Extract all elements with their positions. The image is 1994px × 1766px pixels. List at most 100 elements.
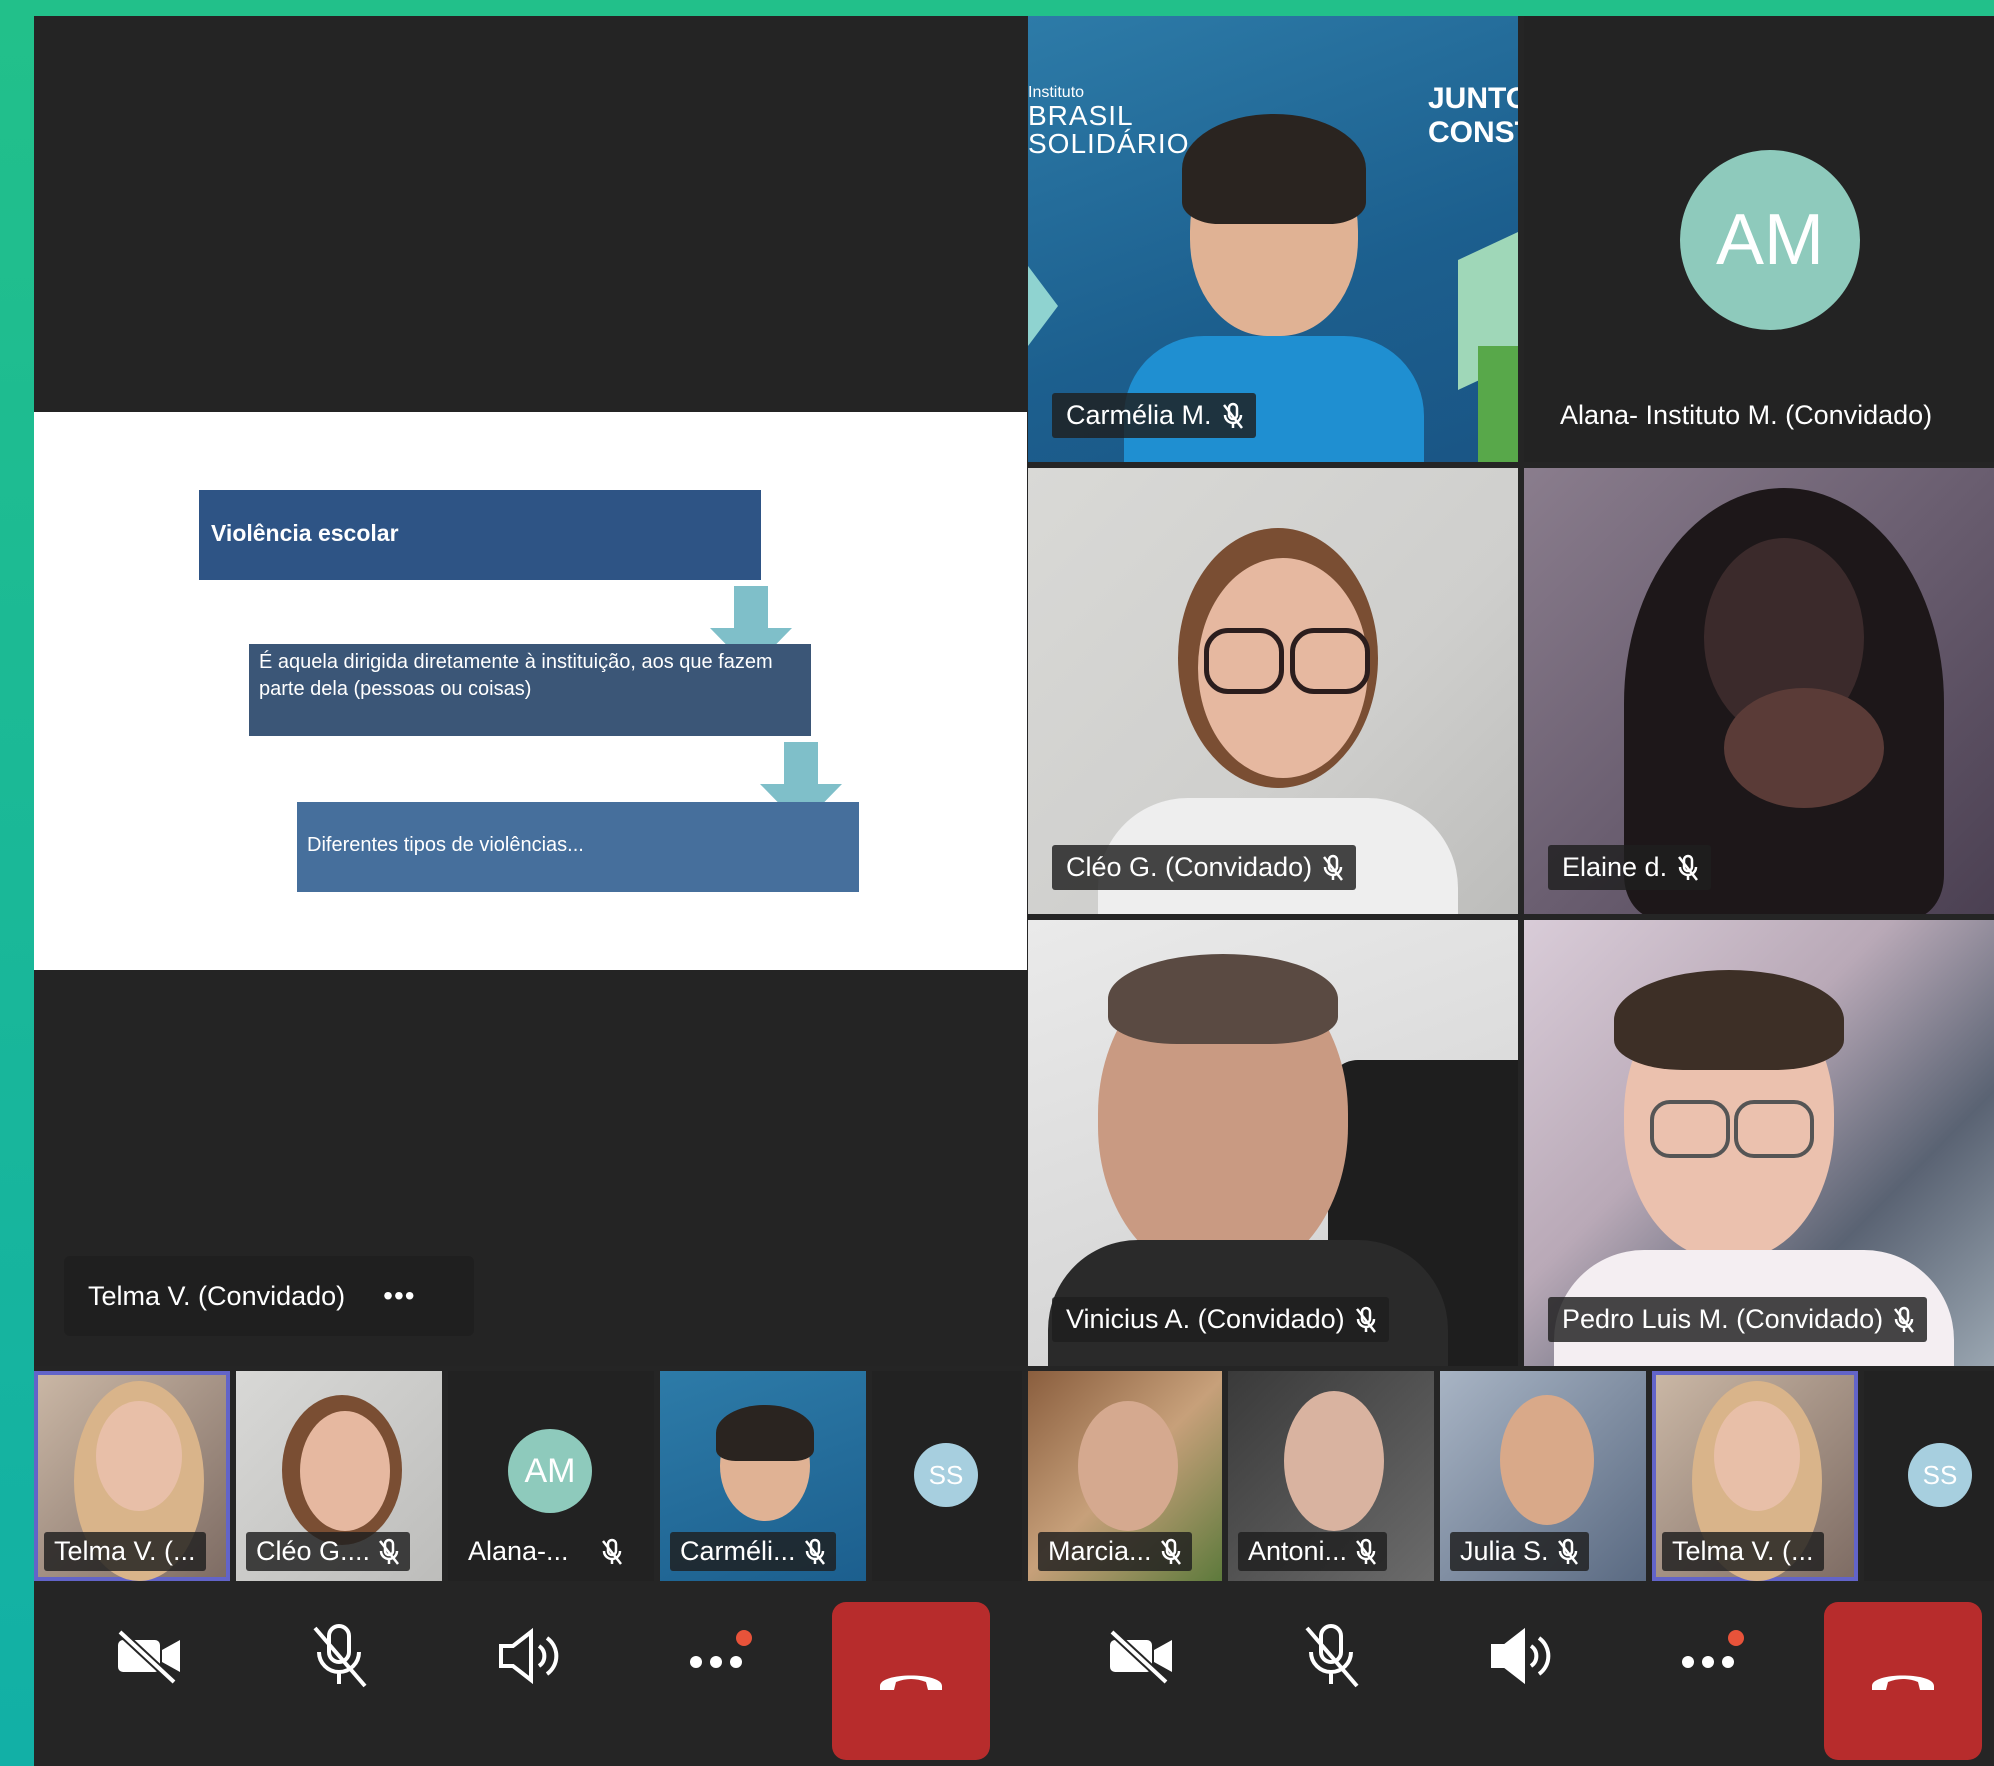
mic-toggle-button[interactable]: [284, 1601, 394, 1711]
filmstrip-tile[interactable]: Antoni...: [1228, 1371, 1434, 1581]
presenter-more-icon[interactable]: •••: [383, 1280, 415, 1312]
filmstrip-tile[interactable]: Telma V. (...: [1652, 1371, 1858, 1581]
participant-video: [300, 1411, 390, 1531]
participant-name-label: Pedro Luis M. (Convidado): [1548, 1297, 1928, 1342]
participant-glasses: [1650, 1100, 1730, 1158]
filmstrip-name-label: Cléo G....: [246, 1532, 411, 1571]
slide-types-box: Diferentes tipos de violências...: [297, 802, 859, 892]
participant-name: Pedro Luis M. (Convidado): [1562, 1304, 1884, 1334]
participant-video: [1284, 1391, 1384, 1531]
participant-name: Telma V. (...: [1672, 1536, 1814, 1566]
participant-name: Alana-...: [468, 1536, 569, 1566]
participant-name: Alana- Instituto M. (Convidado): [1560, 400, 1933, 430]
mic-off-icon: [1355, 1306, 1376, 1333]
participant-tile[interactable]: Vinicius A. (Convidado): [1028, 920, 1518, 1366]
mic-off-icon: [1678, 854, 1699, 881]
camera-off-icon: [1109, 1629, 1172, 1684]
presenter-bar[interactable]: Telma V. (Convidado) •••: [64, 1256, 474, 1336]
participant-tile[interactable]: Cléo G. (Convidado): [1028, 468, 1518, 914]
mic-off-icon: [1356, 1538, 1377, 1565]
presenter-name: Telma V. (Convidado): [88, 1280, 346, 1311]
participant-glasses: [1290, 628, 1370, 694]
participant-name: Antoni...: [1248, 1536, 1348, 1566]
filmstrip-tile[interactable]: AM Alana-...: [448, 1371, 654, 1581]
filmstrip-name-label: Carméli...: [670, 1532, 836, 1571]
avatar: AM: [1680, 150, 1860, 330]
participant-name-label: Alana- Instituto M. (Convidado): [1560, 393, 1932, 438]
participant-tile[interactable]: Pedro Luis M. (Convidado): [1524, 920, 1994, 1366]
filmstrip-name-label: Marcia...: [1038, 1532, 1192, 1571]
more-icon: [690, 1630, 752, 1668]
mic-off-icon: [601, 1538, 622, 1565]
participant-name: Cléo G. (Convidado): [1066, 852, 1313, 882]
speaker-icon: [1491, 1627, 1551, 1685]
participant-name-label: Elaine d.: [1548, 845, 1712, 890]
hangup-icon: [880, 1675, 942, 1690]
hangup-icon: [1872, 1675, 1934, 1690]
participant-name-label: Vinicius A. (Convidado): [1052, 1297, 1389, 1342]
mic-off-icon: [1557, 1538, 1578, 1565]
filmstrip-name-label: Telma V. (...: [1662, 1532, 1824, 1571]
camera-toggle-button[interactable]: [1086, 1601, 1196, 1711]
speaker-toggle-button[interactable]: [474, 1601, 584, 1711]
mic-off-icon: [1323, 854, 1344, 881]
slide-definition-box: É aquela dirigida diretamente à institui…: [249, 644, 811, 736]
participant-tile[interactable]: AM Alana- Instituto M. (Convidado): [1524, 16, 1994, 462]
participant-video: [1078, 1401, 1178, 1531]
camera-toggle-button[interactable]: [94, 1601, 204, 1711]
speaker-toggle-button[interactable]: [1466, 1601, 1576, 1711]
filmstrip-name-label: Antoni...: [1238, 1532, 1388, 1571]
filmstrip-tile[interactable]: SS: [1864, 1371, 1994, 1581]
mic-off-icon: [1160, 1538, 1181, 1565]
participant-video: [96, 1401, 182, 1511]
hangup-button[interactable]: [832, 1602, 990, 1760]
background-shape: [1028, 266, 1058, 346]
camera-off-icon: [117, 1629, 180, 1684]
participant-tile[interactable]: Elaine d.: [1524, 468, 1994, 914]
mic-off-icon: [1894, 1306, 1915, 1333]
filmstrip-name-label: Alana-...: [458, 1532, 633, 1571]
mic-toggle-button[interactable]: [1276, 1601, 1386, 1711]
participant-name: Telma V. (...: [54, 1536, 196, 1566]
avatar: SS: [1908, 1443, 1972, 1507]
participant-hair: [1614, 970, 1844, 1070]
participant-hair: [1182, 114, 1366, 224]
filmstrip-tile[interactable]: Marcia...: [1028, 1371, 1222, 1581]
more-options-button[interactable]: [1656, 1601, 1766, 1711]
participant-name: Elaine d.: [1562, 852, 1668, 882]
background-slogan-text: JUNTOS CONSTR: [1428, 82, 1518, 150]
participant-name-label: Carmélia M.: [1052, 393, 1256, 438]
participant-glasses: [1734, 1100, 1814, 1158]
mic-off-icon: [313, 1624, 367, 1688]
filmstrip-tile[interactable]: Cléo G....: [236, 1371, 442, 1581]
hangup-button[interactable]: [1824, 1602, 1982, 1760]
participant-name-label: Cléo G. (Convidado): [1052, 845, 1357, 890]
filmstrip-tile[interactable]: Carméli...: [660, 1371, 866, 1581]
background-logo-text: SOLIDÁRIO: [1028, 128, 1190, 159]
participant-video: [1714, 1401, 1800, 1511]
speaker-icon: [499, 1627, 559, 1685]
mic-off-icon: [804, 1538, 825, 1565]
filmstrip-tile[interactable]: Telma V. (...: [34, 1371, 230, 1581]
participant-name: Carmélia M.: [1066, 400, 1212, 430]
participant-glasses: [1204, 628, 1284, 694]
participant-name: Vinicius A. (Convidado): [1066, 1304, 1345, 1334]
filmstrip-name-label: Telma V. (...: [44, 1532, 206, 1571]
filmstrip-name-label: Julia S.: [1450, 1532, 1589, 1571]
mic-off-icon: [379, 1538, 400, 1565]
slogan-line: JUNTOS: [1428, 82, 1518, 115]
filmstrip-tile[interactable]: SS: [872, 1371, 1022, 1581]
shared-slide: Violência escolar É aquela dirigida dire…: [34, 412, 1027, 970]
participant-name: Carméli...: [680, 1536, 796, 1566]
filmstrip-tile[interactable]: Julia S.: [1440, 1371, 1646, 1581]
mic-off-icon: [1305, 1624, 1359, 1688]
more-icon: [1682, 1630, 1744, 1668]
avatar: AM: [508, 1429, 592, 1513]
slogan-line: CONSTR: [1428, 116, 1518, 149]
participant-tile[interactable]: Instituto BRASIL SOLIDÁRIO JUNTOS CONSTR…: [1028, 16, 1518, 462]
participant-name: Marcia...: [1048, 1536, 1152, 1566]
more-options-button[interactable]: [664, 1601, 774, 1711]
participant-hair: [716, 1405, 814, 1461]
participant-hand: [1724, 688, 1884, 808]
avatar: SS: [914, 1443, 978, 1507]
